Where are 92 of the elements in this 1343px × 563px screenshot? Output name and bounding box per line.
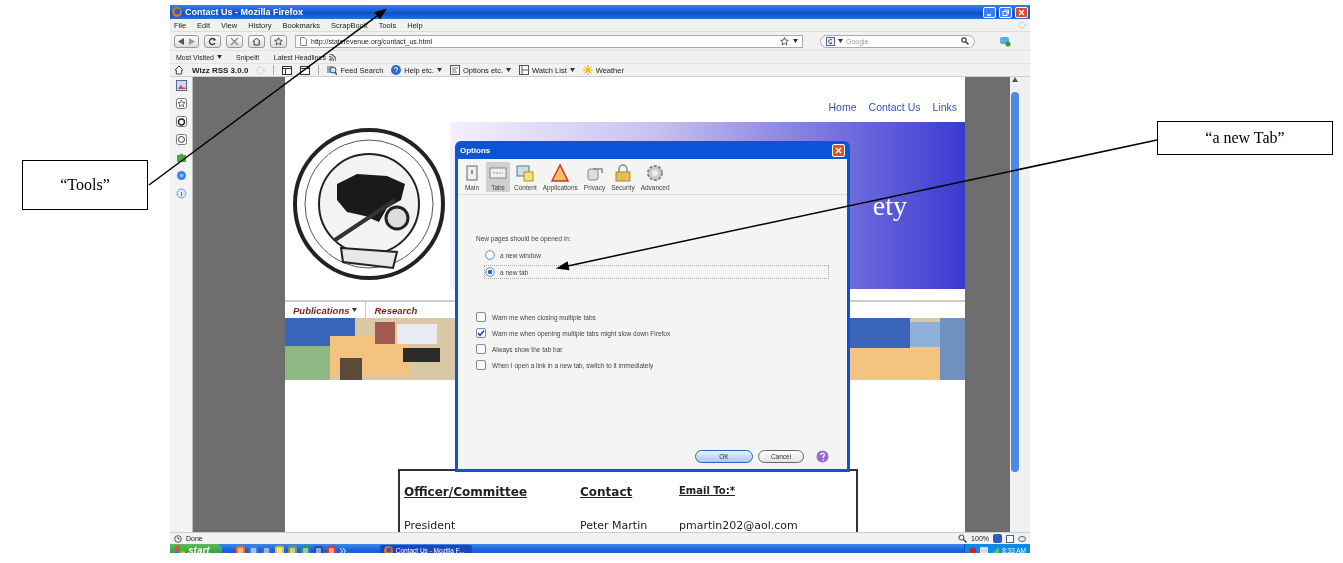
help-icon[interactable] <box>816 450 829 463</box>
checkbox[interactable] <box>476 328 486 338</box>
restore-button[interactable] <box>999 6 1012 18</box>
search-icon[interactable] <box>961 37 969 45</box>
window-title: Contact Us - Mozilla Firefox <box>185 7 304 17</box>
stop-button[interactable] <box>226 34 243 48</box>
home-icon[interactable] <box>174 65 184 75</box>
dialog-title: Options <box>460 145 491 155</box>
cloud-icon[interactable] <box>999 35 1011 47</box>
pane-icon <box>645 163 666 183</box>
app-icon[interactable] <box>287 546 297 553</box>
app-icon[interactable] <box>274 546 284 553</box>
forward-icon <box>188 37 195 45</box>
caret-icon[interactable] <box>436 68 442 72</box>
close-icon <box>835 146 842 154</box>
toolbar-title: Wizz RSS 3.0.0 <box>192 65 249 75</box>
star-button[interactable] <box>270 34 287 48</box>
app-icon[interactable] <box>261 546 271 553</box>
menu-item[interactable]: Publications <box>293 304 350 316</box>
list-icon <box>519 65 529 75</box>
app-icon[interactable] <box>313 546 323 553</box>
restore-icon <box>1002 8 1009 16</box>
spinner-icon <box>1018 21 1026 29</box>
home-icon <box>252 36 261 46</box>
checkbox[interactable] <box>476 312 486 322</box>
rss-icon <box>328 53 336 61</box>
nav-link[interactable]: Home <box>828 101 857 115</box>
back-icon <box>178 37 185 45</box>
checkbox[interactable] <box>476 360 486 370</box>
toggle-icon[interactable] <box>1018 534 1026 543</box>
close-button[interactable] <box>1015 6 1028 18</box>
caret-icon[interactable] <box>352 308 358 312</box>
spinner-icon <box>256 65 266 75</box>
banner-title: ety <box>872 189 907 222</box>
star-icon[interactable] <box>780 36 789 46</box>
stop-icon <box>230 36 239 46</box>
scroll-up-icon[interactable] <box>1012 77 1018 82</box>
firefox-icon <box>383 546 393 553</box>
close-button[interactable] <box>832 143 845 157</box>
windows-flag-icon <box>175 545 185 553</box>
home-button[interactable] <box>248 34 265 48</box>
chevron-icon[interactable] <box>339 547 346 553</box>
pane-icon <box>550 163 571 183</box>
radio-button[interactable] <box>485 250 495 260</box>
column-header: Officer/Committee <box>404 485 529 499</box>
callout-label: “Tools” <box>22 160 148 210</box>
panel-icon[interactable] <box>1006 534 1014 543</box>
reload-button[interactable] <box>204 34 221 48</box>
pane-icon <box>515 163 536 183</box>
page-icon <box>300 36 307 46</box>
picture-icon[interactable] <box>175 80 187 91</box>
app-icon[interactable] <box>300 546 310 553</box>
firefox-icon <box>172 7 182 17</box>
flower-icon[interactable] <box>175 170 187 181</box>
caret-icon[interactable] <box>217 55 222 59</box>
column-header: Contact <box>580 485 634 499</box>
zoom-icon[interactable] <box>958 534 968 543</box>
options-icon <box>449 65 460 75</box>
app-icon[interactable] <box>248 546 258 553</box>
timer-icon[interactable] <box>175 116 187 127</box>
caret-icon[interactable] <box>793 39 798 43</box>
radio-button[interactable] <box>485 267 495 277</box>
s-icon[interactable] <box>993 534 1002 543</box>
magnifier-icon <box>327 65 338 75</box>
nav-link[interactable]: Links <box>932 101 957 115</box>
minimize-button[interactable] <box>983 6 996 18</box>
star-icon <box>274 36 283 46</box>
table-cell-text: Peter Martin <box>580 519 649 532</box>
pane-icon <box>612 163 633 183</box>
table-cell-text: President <box>404 519 457 532</box>
caret-icon[interactable] <box>838 39 843 43</box>
sun-icon <box>582 65 593 75</box>
panel-icon[interactable] <box>282 65 293 75</box>
back-forward-button[interactable] <box>174 34 199 48</box>
caret-icon[interactable] <box>506 68 511 72</box>
status-icon <box>174 534 182 543</box>
help-icon <box>391 65 402 75</box>
clock-icon[interactable] <box>175 134 187 145</box>
nav-link[interactable]: Contact Us <box>868 101 921 115</box>
app-icon[interactable] <box>326 546 336 553</box>
column-header: Email To:* <box>679 485 736 498</box>
checkbox[interactable] <box>476 344 486 354</box>
app-icon[interactable] <box>235 546 245 553</box>
menu-item[interactable]: Research <box>374 304 418 316</box>
reload-icon <box>208 36 217 46</box>
google-icon[interactable] <box>826 36 835 46</box>
callout-label: “a new Tab” <box>1157 121 1333 155</box>
table-cell-text: pmartin202@aol.com <box>679 519 799 532</box>
star-icon[interactable] <box>175 98 187 109</box>
close-icon <box>1018 8 1025 16</box>
caret-icon[interactable] <box>569 68 575 72</box>
info-icon[interactable] <box>175 188 187 199</box>
